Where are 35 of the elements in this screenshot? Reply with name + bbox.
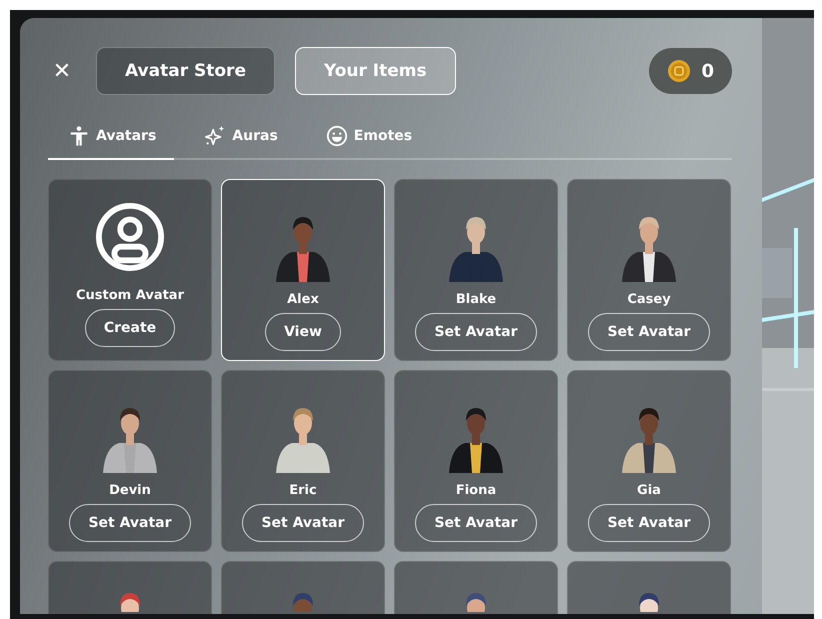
user-icon <box>95 202 165 272</box>
avatar-action-button[interactable]: Set Avatar <box>588 504 710 542</box>
avatar-name: Casey <box>627 292 671 307</box>
avatar-action-button[interactable]: Set Avatar <box>69 504 191 542</box>
coin-icon <box>667 59 692 83</box>
avatar-action-button[interactable]: View <box>265 313 341 351</box>
avatar-card[interactable]: Eric Set Avatar <box>221 370 385 552</box>
avatar-card[interactable]: Blake Set Avatar <box>394 179 558 361</box>
avatar-name: Blake <box>456 292 496 307</box>
avatar-action-button[interactable]: Create <box>84 309 176 347</box>
avatar-action-button[interactable]: Set Avatar <box>588 313 710 351</box>
view-tab[interactable]: Avatar Store <box>96 47 275 95</box>
avatar-action-button[interactable]: Set Avatar <box>415 504 537 542</box>
avatar-card[interactable]: Casey Set Avatar <box>567 179 731 361</box>
avatar-card[interactable]: Fiona Set Avatar <box>394 370 558 552</box>
avatar-name: Fiona <box>456 483 496 498</box>
avatar-action-button[interactable]: Set Avatar <box>242 504 364 542</box>
category-tab[interactable]: Auras <box>184 119 296 160</box>
person-icon <box>68 125 90 147</box>
category-tab[interactable]: Emotes <box>306 119 430 160</box>
avatar-name: Alex <box>287 292 319 307</box>
avatar-action-button[interactable]: Set Avatar <box>415 313 537 351</box>
smile-icon <box>326 125 348 147</box>
sparkle-icon <box>204 125 226 147</box>
category-tab[interactable]: Avatars <box>48 119 174 160</box>
avatar-name: Eric <box>289 483 317 498</box>
avatar-name: Custom Avatar <box>76 288 184 303</box>
avatar-name: Devin <box>109 483 151 498</box>
coin-count: 0 <box>701 60 714 82</box>
avatar-card[interactable]: Custom Avatar Create <box>48 179 212 361</box>
avatar-name: Gia <box>637 483 661 498</box>
avatar-card[interactable]: Gia Set Avatar <box>567 370 731 552</box>
close-button[interactable]: ✕ <box>48 58 76 84</box>
avatar-card[interactable]: Alex View <box>221 179 385 361</box>
avatar-card[interactable]: Devin Set Avatar <box>48 370 212 552</box>
